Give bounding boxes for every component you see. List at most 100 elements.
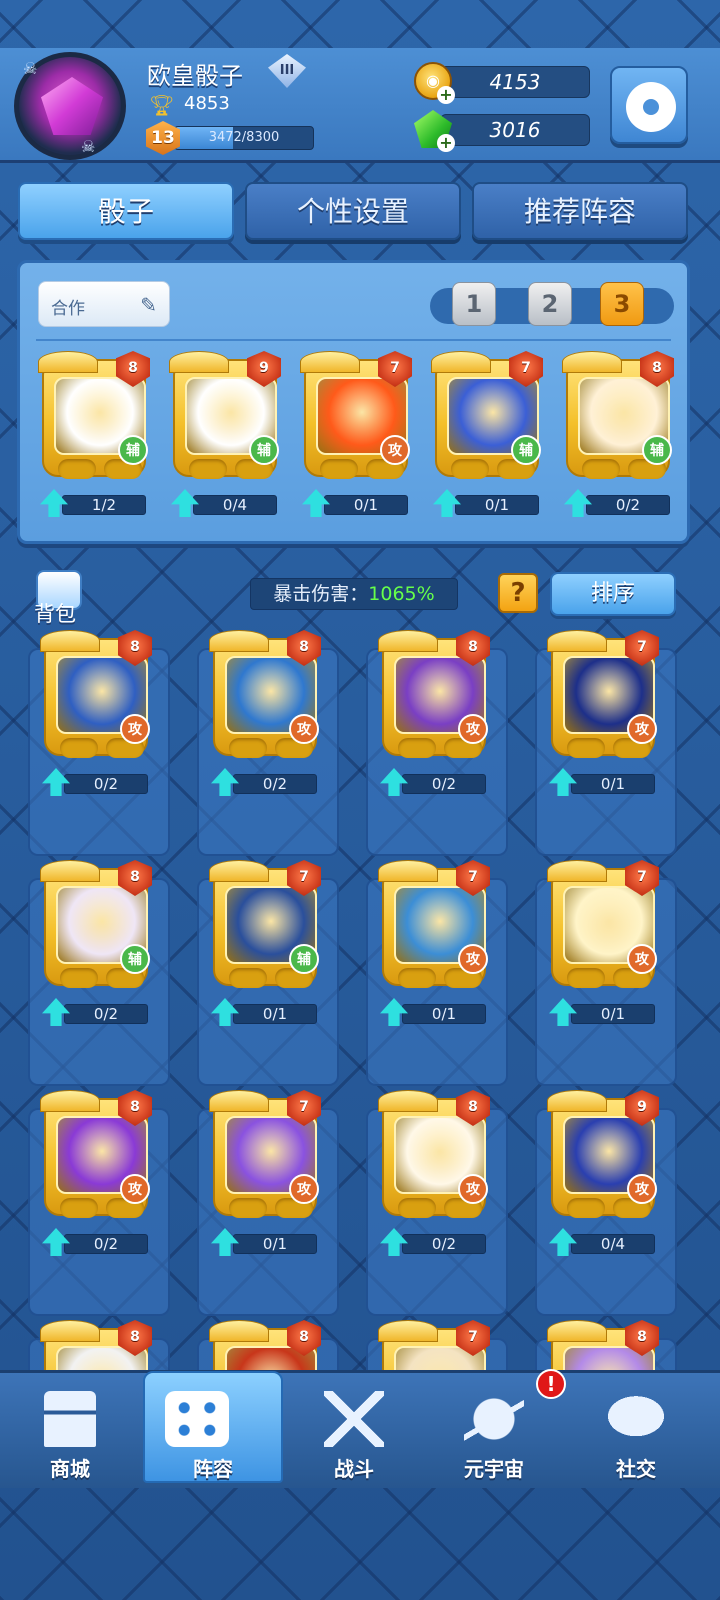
card-role-badge: 辅 (120, 944, 150, 974)
dice-card[interactable]: 8 (40, 1320, 152, 1370)
wing-ornament-icon (169, 351, 229, 373)
upgrade-progress-text: 0/4 (571, 1234, 655, 1254)
wing-ornament-icon (547, 1090, 607, 1112)
nav-item-1[interactable]: 阵容 (143, 1371, 283, 1483)
upgrade-progress[interactable]: 0/1 (302, 489, 414, 517)
dice-card[interactable]: 7辅 (431, 351, 543, 481)
deck-slot-2-button[interactable]: 2 (528, 282, 572, 326)
dice-card[interactable]: 8 (547, 1320, 659, 1370)
pip-slot (229, 738, 267, 758)
upgrade-progress[interactable]: 0/2 (42, 768, 154, 796)
nav-item-4[interactable]: 社交 (566, 1373, 706, 1485)
upgrade-progress-text: 0/2 (402, 1234, 486, 1254)
dice-card[interactable]: 7攻 (300, 351, 412, 481)
dice-card[interactable]: 7攻 (547, 630, 659, 760)
dice-card[interactable]: 8辅 (38, 351, 150, 481)
upgrade-progress[interactable]: 0/2 (42, 1228, 154, 1256)
dice-card[interactable]: 9辅 (169, 351, 281, 481)
pip-slot (582, 459, 620, 479)
upgrade-progress[interactable]: 1/2 (40, 489, 152, 517)
pip-slot (398, 1198, 436, 1218)
wing-ornament-icon (562, 351, 622, 373)
tab-recommended-lineup[interactable]: 推荐阵容 (472, 182, 688, 240)
dice-card[interactable]: 7攻 (547, 860, 659, 990)
upgrade-progress[interactable]: 0/1 (380, 998, 492, 1026)
dice-card[interactable]: 8攻 (40, 630, 152, 760)
dice-card[interactable]: 7辅 (209, 860, 321, 990)
dice-card[interactable]: 8攻 (378, 630, 490, 760)
wing-ornament-icon (40, 1320, 100, 1342)
upgrade-progress-text: 0/1 (571, 774, 655, 794)
pip-slot (60, 968, 98, 988)
dice-icon (165, 1391, 229, 1447)
dice-card[interactable]: 7攻 (209, 1090, 321, 1220)
card-role-badge: 攻 (289, 714, 319, 744)
card-role-badge: 辅 (289, 944, 319, 974)
nav-label: 阵容 (193, 1457, 233, 1481)
wing-ornament-icon (40, 1090, 100, 1112)
pip-slot (567, 1198, 605, 1218)
crystal-icon (41, 77, 103, 135)
dice-card[interactable]: 8攻 (209, 630, 321, 760)
upgrade-progress-text: 0/1 (455, 495, 539, 515)
dice-card[interactable]: 8 (209, 1320, 321, 1370)
upgrade-progress[interactable]: 0/2 (564, 489, 676, 517)
wing-ornament-icon (378, 1090, 438, 1112)
bottom-nav: 商城 阵容 战斗 元宇宙! 社交 (0, 1369, 720, 1488)
chat-icon (606, 1391, 666, 1447)
trophy-icon: 🏆︎ (149, 93, 175, 117)
upgrade-progress[interactable]: 0/2 (42, 998, 154, 1026)
player-header: ☠ ☠ 欧皇骰子 III 🏆︎ 4853 3472/8300 13 4153 ◉… (0, 48, 720, 163)
upgrade-progress[interactable]: 0/1 (549, 998, 661, 1026)
dice-card[interactable]: 9攻 (547, 1090, 659, 1220)
add-coins-icon[interactable]: + (437, 86, 455, 104)
planet-icon (464, 1391, 524, 1447)
upgrade-progress-text: 0/2 (402, 774, 486, 794)
upgrade-progress[interactable]: 0/2 (380, 1228, 492, 1256)
dice-card[interactable]: 8辅 (562, 351, 674, 481)
dice-card[interactable]: 8攻 (378, 1090, 490, 1220)
bag-label: 背包 (34, 602, 76, 626)
dice-card[interactable]: 8攻 (40, 1090, 152, 1220)
deck-name-field[interactable]: 合作 ✎ (38, 281, 170, 327)
nav-item-0[interactable]: 商城 (0, 1373, 140, 1485)
settings-button[interactable] (610, 66, 688, 144)
dice-card[interactable]: 7 (378, 1320, 490, 1370)
pip-slot (567, 968, 605, 988)
rank-badge-icon[interactable]: III (268, 54, 306, 88)
wing-ornament-icon (431, 351, 491, 373)
upgrade-progress[interactable]: 0/2 (211, 768, 323, 796)
dice-card[interactable]: 7攻 (378, 860, 490, 990)
dice-card[interactable]: 8辅 (40, 860, 152, 990)
pip-slot (567, 738, 605, 758)
help-button[interactable]: ? (498, 573, 538, 613)
tab-personalization[interactable]: 个性设置 (245, 182, 461, 240)
pip-slot (60, 738, 98, 758)
wing-ornament-icon (40, 630, 100, 652)
tab-dice[interactable]: 骰子 (18, 182, 234, 240)
upgrade-progress-text: 0/2 (586, 495, 670, 515)
upgrade-progress-text: 0/1 (233, 1234, 317, 1254)
upgrade-progress[interactable]: 0/1 (211, 998, 323, 1026)
upgrade-progress[interactable]: 0/4 (171, 489, 283, 517)
sort-button[interactable]: 排序 (550, 572, 676, 616)
player-avatar[interactable]: ☠ ☠ (14, 52, 126, 160)
gear-icon (626, 82, 676, 132)
crit-damage-display: 暴击伤害：1065% (250, 578, 458, 610)
wing-ornament-icon (40, 860, 100, 882)
card-role-badge: 攻 (458, 1174, 488, 1204)
skull-icon: ☠ (81, 137, 96, 156)
upgrade-progress-text: 0/1 (233, 1004, 317, 1024)
edit-pencil-icon[interactable]: ✎ (140, 293, 157, 317)
upgrade-progress[interactable]: 0/1 (211, 1228, 323, 1256)
add-gems-icon[interactable]: + (437, 134, 455, 152)
upgrade-progress[interactable]: 0/1 (433, 489, 545, 517)
upgrade-progress[interactable]: 0/4 (549, 1228, 661, 1256)
alert-badge: ! (536, 1369, 566, 1399)
upgrade-progress[interactable]: 0/2 (380, 768, 492, 796)
deck-slot-1-button[interactable]: 1 (452, 282, 496, 326)
upgrade-progress[interactable]: 0/1 (549, 768, 661, 796)
xp-progress-bar: 3472/8300 (174, 126, 314, 150)
deck-slot-3-button[interactable]: 3 (600, 282, 644, 326)
nav-item-2[interactable]: 战斗 (284, 1373, 424, 1485)
